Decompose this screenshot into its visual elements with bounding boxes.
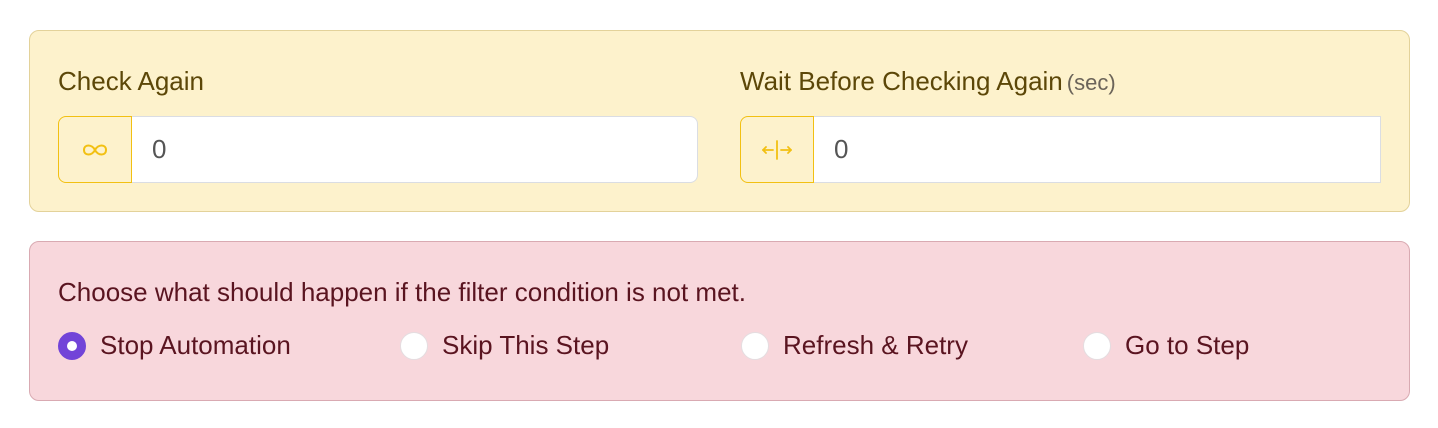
wait-unit: (sec): [1066, 70, 1116, 95]
radio-button[interactable]: [58, 331, 86, 360]
wait-seconds-input[interactable]: [814, 116, 1381, 183]
radio-button[interactable]: [741, 331, 769, 360]
check-again-input[interactable]: [132, 116, 698, 183]
option-go-to-step[interactable]: Go to Step: [1083, 330, 1249, 361]
check-again-label: Check Again: [58, 66, 204, 96]
option-label: Go to Step: [1125, 330, 1250, 360]
wait-before-checking-label: Wait Before Checking Again (sec): [740, 66, 1116, 96]
option-refresh-retry[interactable]: Refresh & Retry: [741, 330, 968, 361]
wait-input-group: [740, 116, 1381, 183]
radio-button[interactable]: [1083, 331, 1111, 360]
horizontal-resize-icon: [740, 116, 814, 183]
radio-button[interactable]: [400, 331, 428, 360]
check-again-input-group: [58, 116, 698, 183]
option-stop-automation[interactable]: Stop Automation: [58, 330, 291, 361]
option-label: Stop Automation: [100, 330, 291, 360]
infinity-icon: [58, 116, 132, 183]
option-skip-this-step[interactable]: Skip This Step: [400, 330, 609, 361]
filter-failure-options: Stop Automation Skip This Step Refresh &…: [58, 330, 1388, 366]
option-label: Refresh & Retry: [783, 330, 968, 360]
retry-settings-panel: Check Again Wait Before Checking Again(s…: [29, 30, 1410, 212]
option-label: Skip This Step: [442, 330, 610, 360]
filter-failure-panel: Choose what should happen if the filter …: [29, 241, 1410, 401]
filter-failure-prompt: Choose what should happen if the filter …: [58, 277, 746, 307]
